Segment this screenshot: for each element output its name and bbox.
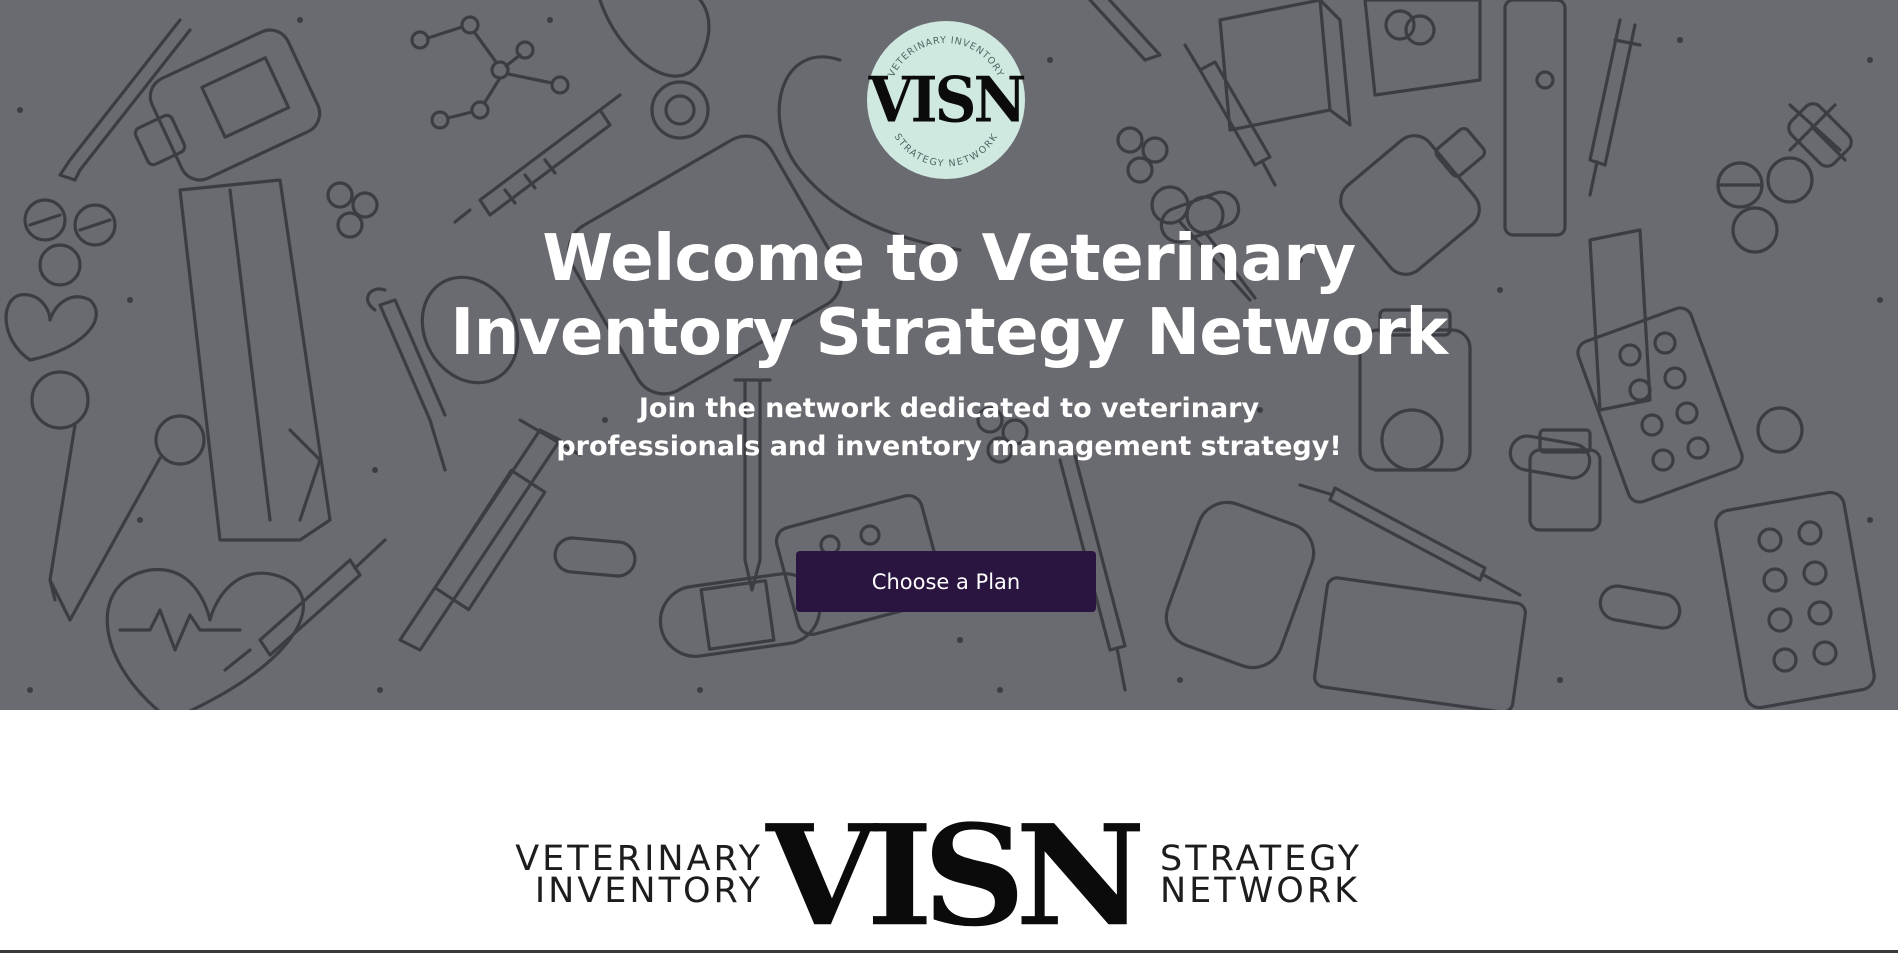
lockup-right-text: STRATEGY NETWORK <box>1160 842 1400 911</box>
medicine-box-icon <box>1363 0 1482 97</box>
lockup-left-text: VETERINARY INVENTORY <box>508 842 763 911</box>
pill-bottle-icon <box>1164 500 1316 670</box>
lockup-left-line-2: INVENTORY <box>534 871 763 911</box>
syringe-icon <box>1588 18 1642 197</box>
badge-ring-bottom-text: STRATEGY NETWORK <box>892 132 1000 170</box>
thermometer-icon <box>1503 0 1567 237</box>
blister-pack-icon <box>1714 490 1876 710</box>
svg-text:STRATEGY NETWORK: STRATEGY NETWORK <box>892 132 1001 170</box>
choose-plan-button[interactable]: Choose a Plan <box>796 551 1096 612</box>
pill-bottle-icon <box>1313 576 1527 710</box>
syringe-icon <box>223 538 387 672</box>
lockup-right-line-2: NETWORK <box>1160 871 1361 911</box>
medicine-box-icon <box>1218 0 1352 132</box>
lockup-mark: VISN <box>766 794 1146 958</box>
visn-badge-logo: VETERINARY INVENTORY STRATEGY NETWORK VI… <box>867 21 1027 179</box>
hero-section: VETERINARY INVENTORY STRATEGY NETWORK VI… <box>0 0 1898 710</box>
hero-subtitle: Join the network dedicated to veterinary… <box>556 393 1342 462</box>
visn-wordmark-lockup: VETERINARY INVENTORY VISN STRATEGY NETWO… <box>508 807 1388 946</box>
pill-bottle-icon <box>133 28 322 182</box>
molecule-icon <box>410 15 570 130</box>
syringe-icon <box>1088 0 1162 62</box>
hero-title: Welcome to Veterinary Inventory Strategy… <box>450 222 1448 370</box>
badge-logo-text: VISN <box>868 63 1026 137</box>
heart-icon <box>105 568 305 710</box>
brand-section: VETERINARY INVENTORY VISN STRATEGY NETWO… <box>0 710 1898 953</box>
syringe-icon <box>453 93 622 224</box>
